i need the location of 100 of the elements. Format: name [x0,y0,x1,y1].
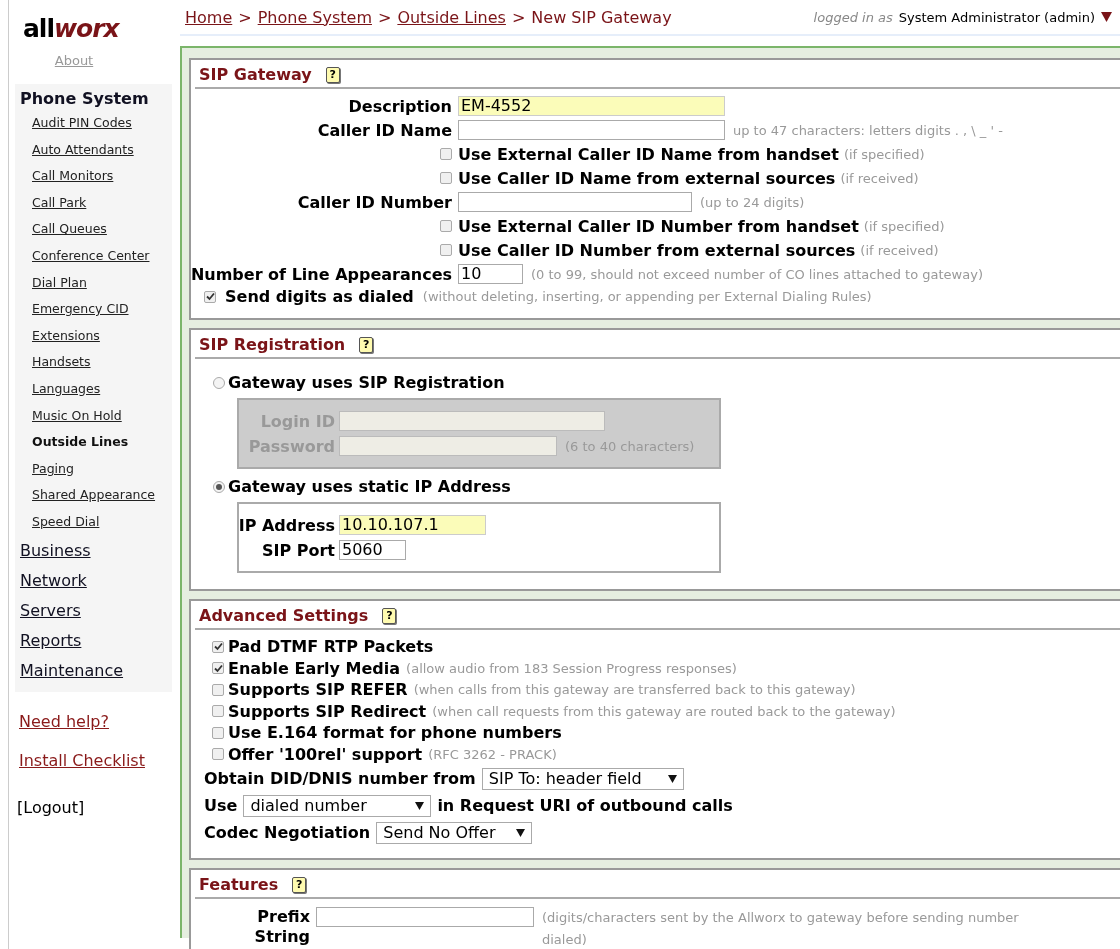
caret-icon [516,828,526,837]
checkbox-label: Send digits as dialed [225,287,414,306]
caret-icon [667,774,677,783]
field-label: Prefix String [253,907,310,947]
text-field[interactable] [316,907,534,927]
checkbox[interactable] [440,243,452,256]
nav-group[interactable]: Business [20,535,91,566]
checkbox-label: Use Caller ID Number from external sources [458,240,856,260]
nav-item[interactable]: Music On Hold [32,402,122,430]
help-link[interactable]: Install Checklist [19,750,145,770]
help-icon[interactable]: ? [359,336,374,353]
field-label: in Request URI of outbound calls [437,796,733,815]
hint-text: (allow audio from 183 Session Progress responses) [406,660,737,676]
section-title: Advanced Settings [199,606,369,625]
checkbox[interactable] [440,219,452,232]
hint-text: up to 47 characters: letters digits . , \ _ ' - [733,122,1003,138]
nav-item[interactable]: Languages [32,375,101,403]
nav-group[interactable]: Maintenance [20,655,124,686]
checkbox[interactable] [212,640,224,653]
caret-icon [415,801,425,810]
checkbox-label: Offer '100rel' support [228,744,423,764]
section-title: SIP Gateway [199,65,312,84]
text-field[interactable]: 10.10.107.1 [339,515,486,535]
radio-label: Gateway uses static IP Address [228,477,511,496]
caret-icon[interactable] [1101,12,1112,22]
checkbox[interactable] [440,171,452,184]
breadcrumb-link[interactable]: Phone System [257,7,372,27]
breadcrumb-link[interactable]: Outside Lines [397,7,506,27]
checkbox[interactable] [212,726,224,739]
checkbox[interactable] [212,662,224,675]
radio-label: Gateway uses SIP Registration [228,373,505,392]
field-label: Caller ID Name [317,120,452,140]
checkbox[interactable] [212,748,224,761]
logo: allworx [23,14,119,43]
text-field[interactable]: EM-4552 [458,96,725,116]
logout-link[interactable]: [Logout] [17,797,85,817]
text-field[interactable]: 5060 [339,540,406,560]
field-label: Description [348,96,452,116]
hint-text: (if received) [860,242,939,258]
help-icon[interactable]: ? [382,607,397,624]
nav-item[interactable]: Call Monitors [32,163,114,190]
login-prefix: logged in as [813,9,893,25]
breadcrumb-separator: > [511,7,526,27]
nav-group[interactable]: Servers [20,595,81,626]
checkbox-label: Supports SIP Redirect [228,701,427,721]
checkbox-label: Use E.164 format for phone numbers [228,723,562,743]
field-label: Use [204,796,238,815]
nav-group[interactable]: Network [20,565,87,596]
nav-group[interactable]: Reports [20,625,82,656]
help-icon[interactable]: ? [325,66,340,83]
field-label: Number of Line Appearances [190,264,452,284]
text-field[interactable] [458,120,725,140]
nav-item[interactable]: Extensions [32,322,100,350]
dropdown[interactable]: dialed number [243,794,432,817]
dropdown[interactable]: SIP To: header field [481,767,684,790]
checkbox[interactable] [212,683,224,696]
checkbox-label: Use External Caller ID Name from handset [458,144,839,164]
field-label: IP Address [238,515,335,535]
nav-item[interactable]: Audit PIN Codes [32,110,132,137]
nav-group[interactable]: Phone System [20,88,149,110]
checkbox[interactable] [440,147,452,160]
hint-text: (up to 24 digits) [700,194,805,210]
hint-text: (RFC 3262 - PRACK) [428,746,557,762]
nav-item[interactable]: Call Queues [32,216,107,243]
nav-item[interactable]: Dial Plan [32,269,87,297]
nav-item[interactable]: Shared Appearance [32,482,156,509]
hint-text: (0 to 99, should not exceed number of CO lines attached to gateway) [531,266,983,282]
hint-text: (if received) [840,170,919,186]
checkbox-label: Enable Early Media [228,658,401,678]
checkbox[interactable] [212,705,224,718]
field-label: Codec Negotiation [204,823,371,842]
checkbox-label: Use Caller ID Name from external sources [458,168,836,188]
nav-item[interactable]: Call Park [32,189,87,217]
nav-item[interactable]: Auto Attendants [32,136,134,164]
hint-text: (when call requests from this gateway are routed back to the gateway) [432,703,896,719]
radio-button[interactable] [213,480,225,493]
help-link[interactable]: Need help? [19,711,109,731]
hint-text: (when calls from this gateway are transferred back to this gateway) [413,682,856,698]
nav-item[interactable]: Outside Lines [32,429,129,456]
text-field[interactable]: 10 [458,264,523,284]
breadcrumb-current: New SIP Gateway [531,7,672,27]
breadcrumb-separator: > [238,7,252,27]
nav-item[interactable]: Paging [32,455,74,483]
nav-item[interactable]: Handsets [32,349,91,376]
hint-text: (digits/characters sent by the Allworx to gateway before sending number dialed) [542,909,1020,949]
nav-item[interactable]: Emergency CID [32,296,129,323]
section-title: Features [199,875,279,894]
checkbox[interactable] [204,290,216,303]
dropdown[interactable]: Send No Offer [376,821,533,844]
nav-item[interactable]: Conference Center [32,242,150,270]
text-field[interactable] [458,192,692,212]
field-label: SIP Port [261,540,335,560]
nav-item[interactable]: Speed Dial [32,508,100,536]
checkbox-label: Supports SIP REFER [228,680,408,700]
field-label: Obtain DID/DNIS number from [204,769,476,788]
breadcrumb-separator: > [377,7,392,27]
user-name[interactable]: System Administrator (admin) [898,9,1095,25]
help-icon[interactable]: ? [292,876,307,893]
hint-text: (if specified) [863,218,945,234]
breadcrumb-link[interactable]: Home [185,7,233,27]
